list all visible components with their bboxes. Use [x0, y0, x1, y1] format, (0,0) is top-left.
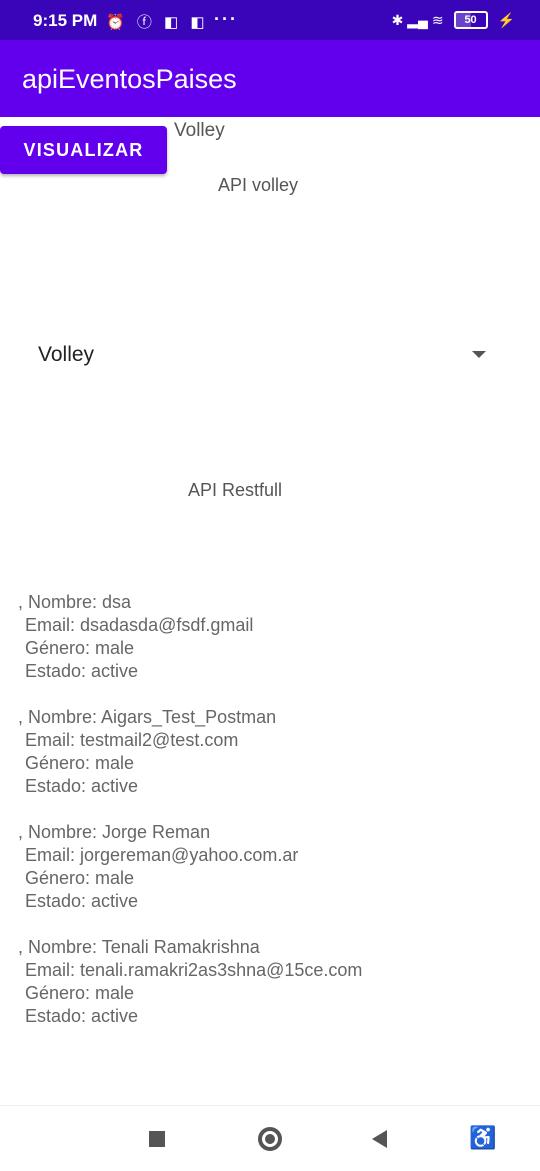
- system-icons: ✱ ▂▄ ≋ 50 ⚡: [392, 11, 515, 29]
- sport-dropdown[interactable]: Volley: [38, 343, 498, 369]
- user-gender: Género: male: [25, 983, 135, 1003]
- accessibility-icon[interactable]: ♿: [469, 1125, 496, 1151]
- user-email: Email: jorgereman@yahoo.com.ar: [25, 845, 299, 865]
- selected-sport-text: Volley: [174, 120, 225, 141]
- api-restfull-label: API Restfull: [188, 480, 283, 500]
- user-gender: Género: male: [25, 868, 135, 888]
- user-list: , Nombre: dsa Email: dsadasda@fsdf.gmail…: [18, 591, 518, 1051]
- user-gender: Género: male: [25, 753, 135, 773]
- app-title: apiEventosPaises: [22, 64, 237, 94]
- user-name: , Nombre: dsa: [18, 592, 132, 612]
- dropdown-arrow-icon: [472, 351, 486, 358]
- home-icon[interactable]: [258, 1127, 282, 1151]
- user-status: Estado: active: [25, 891, 139, 911]
- user-entry: , Nombre: Tenali Ramakrishna Email: tena…: [18, 936, 518, 1028]
- user-name: , Nombre: Aigars_Test_Postman: [18, 707, 277, 727]
- connectivity-icons: ✱ ▂▄ ≋: [391, 11, 444, 28]
- status-bar: 9:15 PM ⏰ ⓕ ◧ ◧ ··· ✱ ▂▄ ≋ 50 ⚡: [0, 0, 540, 40]
- user-email: Email: testmail2@test.com: [25, 730, 239, 750]
- user-email: Email: dsadasda@fsdf.gmail: [25, 615, 254, 635]
- visualizar-button[interactable]: VISUALIZAR: [0, 126, 167, 174]
- recents-icon[interactable]: [149, 1131, 165, 1147]
- navigation-bar: ♿: [0, 1105, 540, 1171]
- user-entry: , Nombre: Jorge Reman Email: jorgereman@…: [18, 821, 518, 913]
- dropdown-selected-value: Volley: [38, 343, 95, 366]
- notification-icons: ⏰ ⓕ ◧ ◧: [106, 14, 209, 31]
- charging-icon: ⚡: [497, 11, 515, 28]
- user-status: Estado: active: [25, 776, 139, 796]
- back-icon[interactable]: [372, 1130, 387, 1148]
- battery-icon: 50: [453, 11, 488, 29]
- user-gender: Género: male: [25, 638, 135, 658]
- api-volley-label: API volley: [218, 175, 299, 195]
- user-name: , Nombre: Tenali Ramakrishna: [18, 937, 260, 957]
- app-bar: apiEventosPaises: [0, 40, 540, 117]
- status-time: 9:15 PM: [33, 11, 98, 30]
- user-name: , Nombre: Jorge Reman: [18, 822, 211, 842]
- more-notifications-icon: ···: [214, 9, 238, 29]
- user-status: Estado: active: [25, 661, 139, 681]
- user-entry: , Nombre: Aigars_Test_Postman Email: tes…: [18, 706, 518, 798]
- user-entry: , Nombre: dsa Email: dsadasda@fsdf.gmail…: [18, 591, 518, 683]
- user-email: Email: tenali.ramakri2as3shna@15ce.com: [25, 960, 363, 980]
- user-status: Estado: active: [25, 1006, 139, 1026]
